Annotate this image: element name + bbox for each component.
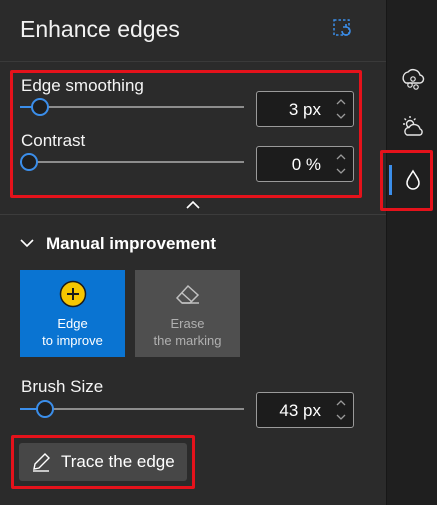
brush-size-spinbox[interactable]: 43 px [256, 392, 354, 428]
contrast-spinbox[interactable]: 0 % [256, 146, 354, 182]
chevron-up-icon[interactable] [335, 96, 347, 108]
eraser-icon [175, 284, 200, 304]
chevron-down-icon[interactable] [335, 411, 347, 423]
erase-marking-label-1: Erase [170, 316, 205, 331]
erase-marking-label-2: the marking [153, 333, 222, 348]
trace-edge-button[interactable]: Trace the edge [19, 443, 187, 481]
background-blur-icon[interactable] [400, 66, 426, 92]
edge-smoothing-thumb[interactable] [31, 98, 49, 116]
chevron-down-icon[interactable] [20, 237, 34, 249]
brush-size-thumb[interactable] [36, 400, 54, 418]
droplet-icon[interactable] [400, 167, 426, 193]
chevron-up-icon[interactable] [335, 397, 347, 409]
edge-to-improve-button[interactable]: Edge to improve [20, 270, 125, 357]
pencil-icon [33, 453, 50, 472]
panel-header: Enhance edges [0, 0, 386, 62]
edge-smoothing-label: Edge smoothing [21, 76, 144, 95]
contrast-slider[interactable] [20, 153, 244, 171]
edge-smoothing-value[interactable]: 3 px [289, 100, 321, 120]
weather-partly-cloudy-icon[interactable] [400, 114, 426, 140]
chevron-up-collapse-icon[interactable] [184, 199, 202, 211]
brush-size-value[interactable]: 43 px [279, 401, 321, 421]
plus-circle-icon [59, 280, 87, 308]
rail-active-indicator [389, 165, 392, 195]
contrast-thumb[interactable] [20, 153, 38, 171]
brush-size-slider[interactable] [20, 400, 244, 418]
contrast-label: Contrast [21, 131, 86, 150]
edge-smoothing-spinbox[interactable]: 3 px [256, 91, 354, 127]
trace-edge-label: Trace the edge [61, 452, 175, 471]
enhance-edges-panel: Enhance edges Edge smoothing 3 px Contra… [0, 0, 386, 505]
brush-size-label: Brush Size [21, 377, 104, 396]
manual-improvement-title: Manual improvement [46, 234, 217, 253]
chevron-down-icon[interactable] [335, 110, 347, 122]
edge-smoothing-slider[interactable] [20, 98, 244, 116]
edge-to-improve-label-2: to improve [42, 333, 103, 348]
tool-rail [386, 0, 437, 505]
erase-marking-button[interactable]: Erase the marking [135, 270, 240, 357]
section-divider [0, 214, 386, 215]
contrast-value[interactable]: 0 % [292, 155, 321, 175]
chevron-up-icon[interactable] [335, 151, 347, 163]
chevron-down-icon[interactable] [335, 165, 347, 177]
edge-to-improve-label-1: Edge [57, 316, 88, 331]
crop-refresh-icon[interactable] [332, 18, 354, 40]
panel-title: Enhance edges [20, 16, 180, 42]
